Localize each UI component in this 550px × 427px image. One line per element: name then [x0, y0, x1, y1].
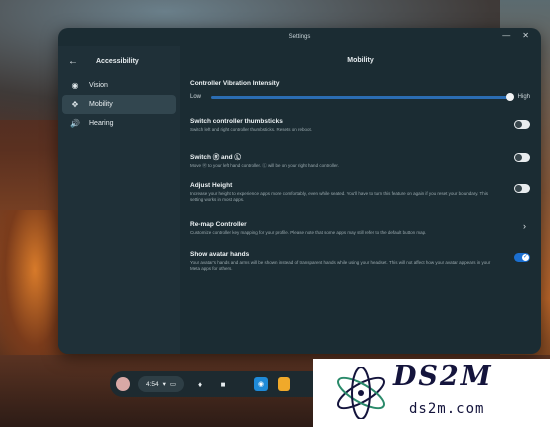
chevron-right-icon[interactable]: ›	[523, 221, 526, 231]
check-icon: ✓	[523, 254, 529, 260]
close-button[interactable]: ✕	[522, 31, 529, 40]
window-title: Settings	[288, 34, 311, 40]
battery-icon: ▭	[169, 381, 177, 388]
setting-row-adjust-height[interactable]: Adjust Height Increase your height to ex…	[190, 182, 530, 203]
vibration-setting: Controller Vibration Intensity Low High	[190, 80, 530, 101]
sidebar-title: Accessibility	[96, 57, 139, 65]
atom-logo-icon	[337, 367, 385, 419]
setting-desc: Your avatar's hands and arms will be sho…	[190, 260, 491, 271]
sidebar-item-hearing[interactable]: 🔊 Hearing	[62, 114, 176, 133]
clock-time: 4:54	[146, 380, 159, 388]
taskbar: 4:54 ▾ ▭ ♦ ■ ◉	[110, 371, 332, 397]
minimize-button[interactable]: —	[502, 31, 510, 40]
sidebar-item-label: Hearing	[89, 120, 114, 127]
slider-high-label: High	[517, 94, 530, 100]
sidebar-item-label: Mobility	[89, 101, 113, 108]
settings-window: Settings — ✕ ← Accessibility ◉ Vision ✥ …	[58, 28, 541, 354]
bell-icon[interactable]: ♦	[193, 377, 207, 391]
speaker-icon: 🔊	[70, 119, 80, 128]
move-arrows-icon: ✥	[71, 100, 79, 109]
setting-desc: Move Ⓡ to your left hand controller. Ⓛ w…	[190, 163, 339, 168]
setting-title: Show avatar hands	[190, 251, 250, 258]
avatar[interactable]	[116, 377, 130, 391]
watermark: DS2M ds2m.com	[313, 359, 550, 427]
app-icon-blue[interactable]: ◉	[254, 377, 269, 391]
sidebar: ← Accessibility ◉ Vision ✥ Mobility 🔊 He…	[58, 46, 180, 354]
chat-icon[interactable]: ■	[216, 377, 230, 391]
setting-row-thumbsticks[interactable]: Switch controller thumbsticks Switch lef…	[190, 118, 530, 133]
setting-title: Adjust Height	[190, 182, 233, 189]
vibration-slider[interactable]	[211, 92, 514, 101]
setting-title: Switch controller thumbsticks	[190, 118, 283, 125]
page-title: Mobility	[347, 57, 374, 64]
setting-desc: Customize controller key mapping for you…	[190, 230, 427, 235]
setting-title: Re-map Controller	[190, 221, 247, 228]
arrow-left-icon[interactable]: ←	[68, 56, 78, 67]
adjust-height-toggle[interactable]	[514, 184, 530, 193]
thumbsticks-toggle[interactable]	[514, 120, 530, 129]
setting-row-avatar-hands[interactable]: ✓ Show avatar hands Your avatar's hands …	[190, 251, 530, 272]
setting-row-switch-buttons[interactable]: Switch Ⓡ and Ⓛ Move Ⓡ to your left hand …	[190, 151, 530, 169]
title-bar: Settings — ✕	[58, 28, 541, 46]
setting-title: Switch Ⓡ and Ⓛ	[190, 154, 241, 161]
status-pill[interactable]: 4:54 ▾ ▭	[138, 376, 185, 392]
slider-low-label: Low	[190, 94, 202, 100]
sidebar-item-vision[interactable]: ◉ Vision	[62, 76, 176, 95]
eye-icon: ◉	[71, 81, 79, 90]
setting-row-remap-controller[interactable]: › Re-map Controller Customize controller…	[190, 221, 530, 236]
sidebar-item-mobility[interactable]: ✥ Mobility	[62, 95, 176, 114]
slider-handle[interactable]	[505, 92, 514, 101]
avatar-hands-toggle[interactable]: ✓	[514, 253, 530, 262]
watermark-title: DS2M	[393, 361, 493, 392]
vibration-label: Controller Vibration Intensity	[190, 80, 280, 87]
app-icon-orange[interactable]	[278, 377, 291, 391]
main-panel: Mobility Controller Vibration Intensity …	[180, 46, 541, 354]
watermark-subtitle: ds2m.com	[409, 401, 485, 417]
switch-buttons-toggle[interactable]	[514, 153, 530, 162]
setting-desc: Increase your height to experience apps …	[190, 191, 489, 202]
setting-desc: Switch left and right controller thumbst…	[190, 127, 313, 132]
sidebar-item-label: Vision	[89, 82, 108, 89]
wifi-icon: ▾	[162, 381, 166, 388]
